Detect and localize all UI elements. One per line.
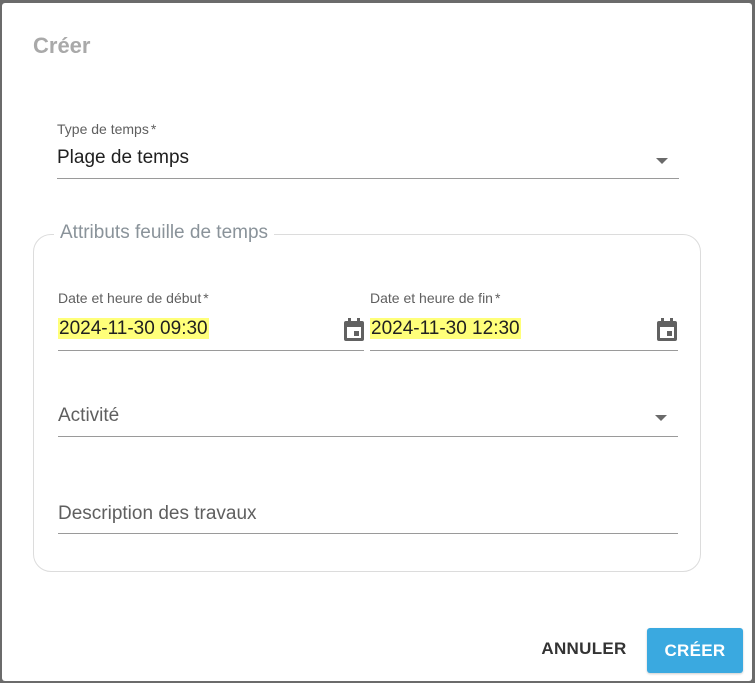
- create-dialog: Créer Type de temps * Plage de temps Attr…: [2, 3, 752, 681]
- time-type-label: Type de temps *: [57, 121, 157, 137]
- dialog-title: Créer: [33, 33, 91, 58]
- end-datetime-text: 2024-11-30 12:30: [370, 318, 521, 339]
- start-datetime-text: 2024-11-30 09:30: [58, 318, 209, 339]
- work-description-field[interactable]: Description des travaux: [58, 499, 678, 535]
- chevron-down-icon[interactable]: [656, 158, 668, 164]
- time-type-underline: [57, 178, 679, 179]
- end-datetime-field[interactable]: Date et heure de fin * 2024-11-30 12:30: [370, 290, 679, 351]
- create-button[interactable]: CRÉER: [647, 628, 743, 673]
- time-type-select[interactable]: Type de temps * Plage de temps: [57, 121, 679, 179]
- fieldset-legend: Attributs feuille de temps: [54, 222, 275, 244]
- time-type-value: Plage de temps: [57, 147, 190, 168]
- start-datetime-underline: [58, 350, 364, 351]
- work-description-underline: [58, 533, 678, 534]
- calendar-icon[interactable]: [342, 317, 366, 343]
- start-datetime-label: Date et heure de début *: [58, 290, 209, 306]
- cancel-button[interactable]: ANNULER: [536, 629, 632, 669]
- end-datetime-label: Date et heure de fin *: [370, 290, 501, 306]
- activity-placeholder: Activité: [58, 405, 120, 426]
- start-datetime-field[interactable]: Date et heure de début * 2024-11-30 09:30: [58, 290, 366, 351]
- end-datetime-value[interactable]: 2024-11-30 12:30: [370, 318, 521, 340]
- work-description-placeholder: Description des travaux: [58, 503, 257, 524]
- end-datetime-underline: [370, 350, 678, 351]
- calendar-icon[interactable]: [655, 317, 679, 343]
- activity-select[interactable]: Activité: [58, 401, 678, 437]
- chevron-down-icon[interactable]: [655, 415, 667, 421]
- start-datetime-value[interactable]: 2024-11-30 09:30: [58, 318, 209, 340]
- activity-underline: [58, 436, 678, 437]
